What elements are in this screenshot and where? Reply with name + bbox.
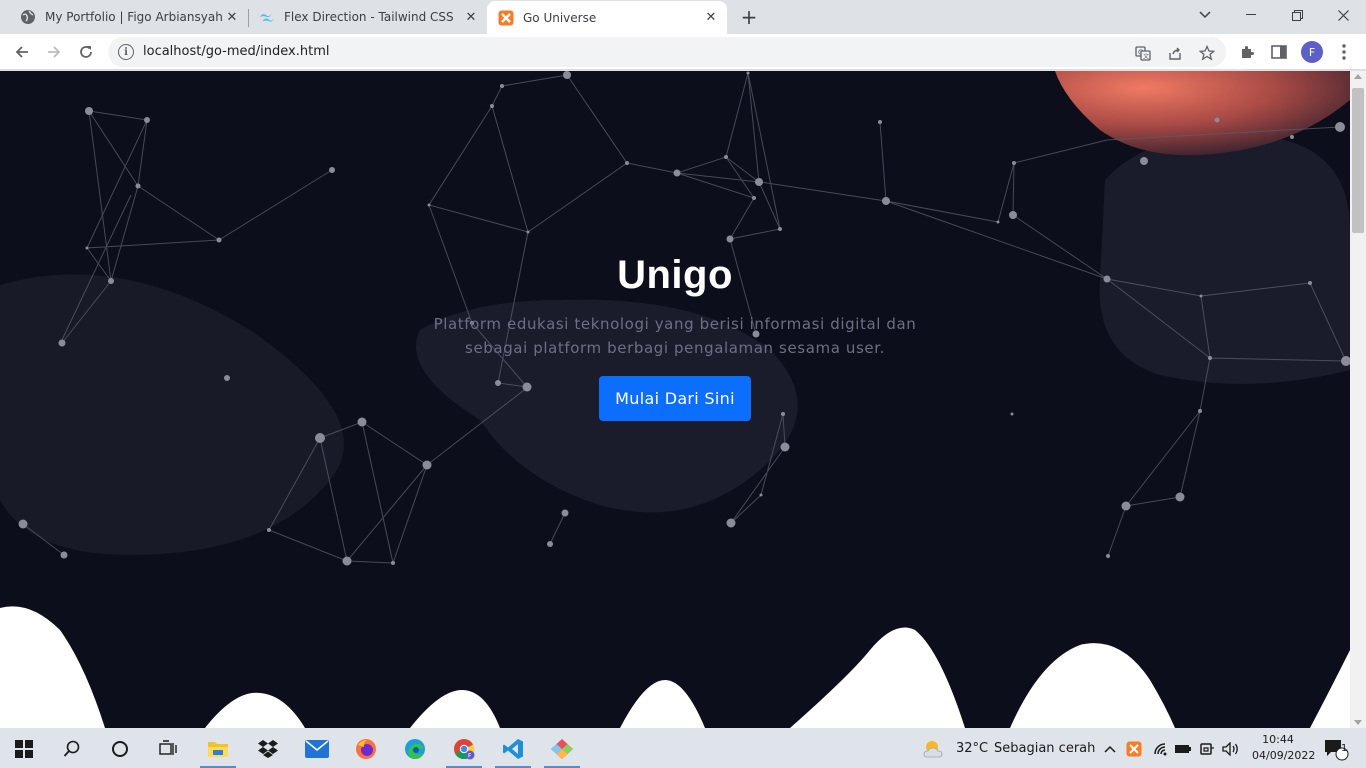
- wave-shape: [790, 627, 965, 728]
- xampp-tray-icon[interactable]: [1124, 732, 1144, 766]
- dropbox-icon[interactable]: [248, 732, 288, 766]
- xampp-icon: [498, 10, 514, 26]
- share-icon[interactable]: [1166, 44, 1184, 62]
- tab-title: Go Universe: [523, 10, 597, 25]
- mail-icon[interactable]: [297, 732, 337, 766]
- extensions-icon[interactable]: [1236, 41, 1258, 63]
- clock-date: 04/09/2022: [1252, 749, 1316, 762]
- translate-icon[interactable]: G文: [1134, 44, 1152, 62]
- tab-title: Flex Direction - Tailwind CSS: [284, 10, 454, 24]
- taskbar: F 32°C Sebagian cerah 10:44 04/09/2022 1: [0, 728, 1366, 768]
- search-icon[interactable]: [52, 732, 92, 766]
- back-arrow-icon[interactable]: [8, 38, 36, 66]
- git-icon[interactable]: [542, 732, 582, 768]
- start-here-button[interactable]: Mulai Dari Sini: [599, 376, 751, 421]
- wave-shape: [205, 692, 305, 728]
- windows-start-icon[interactable]: [4, 732, 44, 766]
- tailwind-icon: [259, 9, 275, 25]
- weather-temperature[interactable]: 32°C: [956, 741, 988, 756]
- reload-icon[interactable]: [72, 38, 100, 66]
- close-icon[interactable]: ✕: [224, 9, 240, 25]
- address-bar[interactable]: i localhost/go-med/index.html G文: [108, 37, 1226, 67]
- chevron-up-icon[interactable]: [1100, 732, 1120, 766]
- svg-text:F: F: [468, 753, 472, 760]
- page-scrollbar[interactable]: [1350, 71, 1366, 728]
- notification-count: 1: [1341, 743, 1348, 754]
- tab-strip: My Portfolio | Figo Arbiansyah ✕ Flex Di…: [0, 0, 1366, 34]
- clock-time: 10:44: [1262, 733, 1294, 746]
- hero-section: Unigo Platform edukasi teknologi yang be…: [0, 241, 1350, 421]
- profile-avatar[interactable]: F: [1301, 41, 1323, 63]
- wave-shape: [1310, 650, 1350, 728]
- cortana-icon[interactable]: [100, 732, 140, 766]
- firefox-icon[interactable]: [346, 732, 386, 766]
- scroll-thumb[interactable]: [1352, 88, 1364, 233]
- battery-icon[interactable]: [1172, 732, 1194, 766]
- close-icon[interactable]: ✕: [463, 9, 479, 25]
- wave-shape: [1010, 643, 1175, 728]
- page-viewport: Unigo Platform edukasi teknologi yang be…: [0, 71, 1350, 728]
- task-view-icon[interactable]: [148, 732, 188, 766]
- wave-shape: [620, 680, 705, 728]
- svg-text:文: 文: [1143, 53, 1149, 61]
- tab-tailwind[interactable]: Flex Direction - Tailwind CSS ✕: [239, 0, 487, 34]
- side-panel-icon[interactable]: [1268, 41, 1290, 63]
- edge-icon[interactable]: [395, 732, 435, 766]
- globe-icon: [20, 9, 36, 25]
- weather-description[interactable]: Sebagian cerah: [994, 741, 1095, 756]
- vscode-icon[interactable]: [493, 732, 533, 768]
- scroll-down-arrow-icon[interactable]: [1354, 720, 1362, 725]
- chrome-icon[interactable]: F: [444, 732, 484, 768]
- page-title: Unigo: [617, 253, 733, 297]
- url-text: localhost/go-med/index.html: [143, 44, 330, 59]
- wifi-icon[interactable]: [1150, 732, 1172, 766]
- coral-blob: [1055, 71, 1350, 156]
- wave-shape: [410, 690, 500, 728]
- tab-portfolio[interactable]: My Portfolio | Figo Arbiansyah ✕: [0, 0, 248, 34]
- restore-icon[interactable]: [1274, 0, 1320, 30]
- wave-shape: [0, 606, 105, 728]
- close-icon[interactable]: ✕: [703, 10, 719, 26]
- weather-partly-cloudy-icon[interactable]: [916, 732, 952, 766]
- tab-title: My Portfolio | Figo Arbiansyah: [45, 10, 223, 24]
- browser-toolbar: i localhost/go-med/index.html G文 F: [0, 34, 1366, 70]
- network-device-icon[interactable]: [1196, 732, 1218, 766]
- new-tab-button[interactable]: +: [737, 5, 761, 29]
- close-window-icon[interactable]: [1320, 0, 1366, 30]
- scroll-up-arrow-icon[interactable]: [1354, 74, 1362, 79]
- volume-icon[interactable]: [1220, 732, 1242, 766]
- tab-go-universe[interactable]: Go Universe ✕: [487, 1, 727, 34]
- tab-search-icon[interactable]: [1182, 0, 1228, 30]
- bookmark-star-icon[interactable]: [1198, 44, 1216, 62]
- notification-center-icon[interactable]: 1: [1316, 732, 1356, 766]
- file-explorer-icon[interactable]: [198, 732, 238, 768]
- hero-description: Platform edukasi teknologi yang berisi i…: [433, 315, 917, 357]
- forward-arrow-icon[interactable]: [40, 38, 68, 66]
- minimize-icon[interactable]: [1228, 0, 1274, 30]
- site-info-icon[interactable]: i: [118, 44, 134, 60]
- menu-kebab-icon[interactable]: [1333, 41, 1355, 63]
- system-clock[interactable]: 10:44 04/09/2022: [1252, 732, 1316, 764]
